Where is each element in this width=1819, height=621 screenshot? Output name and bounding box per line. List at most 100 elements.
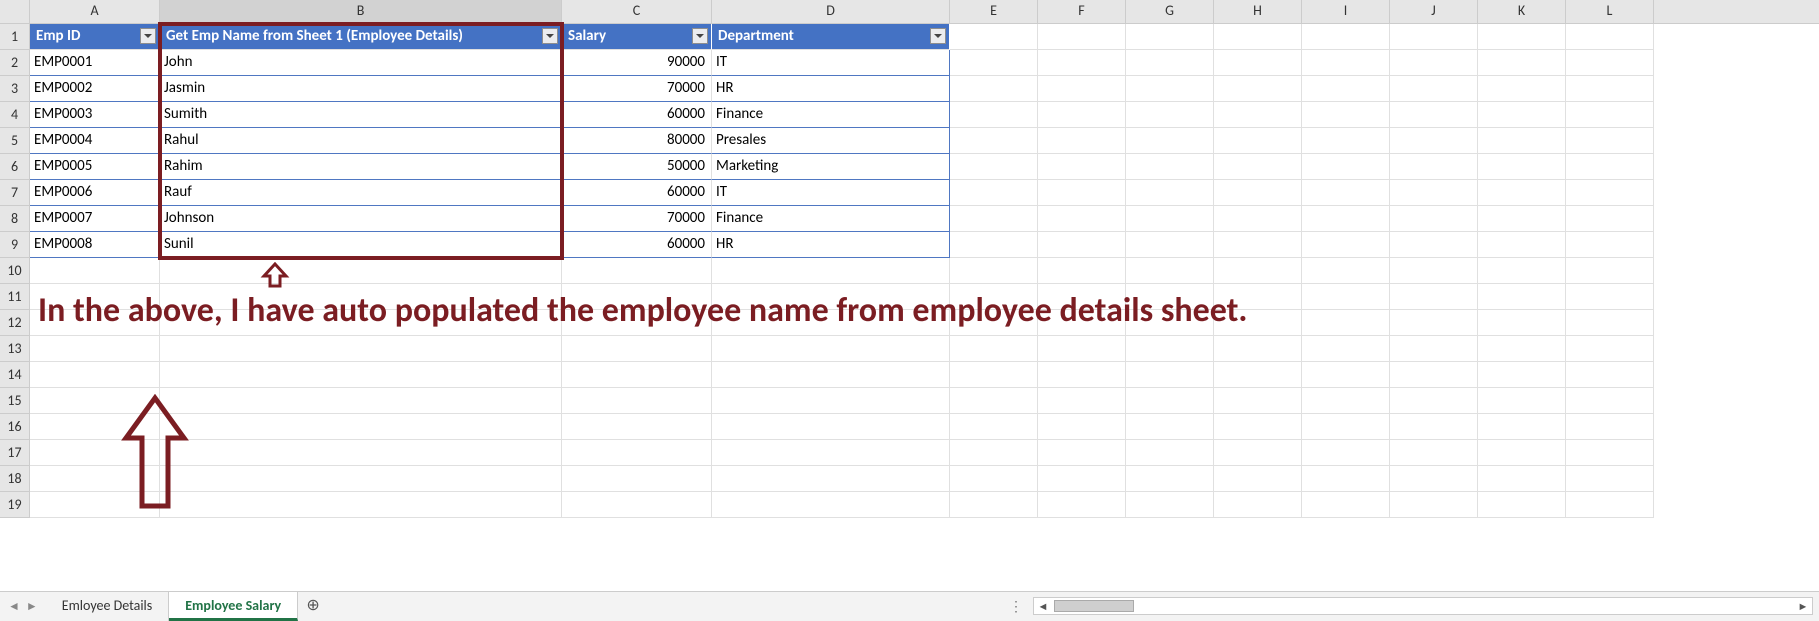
row-header-12[interactable]: 12: [0, 310, 30, 336]
empty-cell[interactable]: [1038, 154, 1126, 180]
cell-emp-id[interactable]: EMP0004: [30, 128, 160, 154]
empty-cell[interactable]: [160, 336, 562, 362]
empty-cell[interactable]: [1478, 180, 1566, 206]
empty-cell[interactable]: [1390, 128, 1478, 154]
column-header-D[interactable]: D: [712, 0, 950, 23]
empty-cell[interactable]: [1566, 336, 1654, 362]
tab-split-handle[interactable]: ⋮: [999, 598, 1033, 615]
column-header-A[interactable]: A: [30, 0, 160, 23]
empty-cell[interactable]: [950, 466, 1038, 492]
row-header-11[interactable]: 11: [0, 284, 30, 310]
empty-cell[interactable]: [1390, 440, 1478, 466]
empty-cell[interactable]: [1126, 492, 1214, 518]
empty-cell[interactable]: [30, 336, 160, 362]
empty-cell[interactable]: [712, 440, 950, 466]
row-header-6[interactable]: 6: [0, 154, 30, 180]
empty-cell[interactable]: [1566, 258, 1654, 284]
cell-emp-name[interactable]: Johnson: [160, 206, 562, 232]
empty-cell[interactable]: [1390, 102, 1478, 128]
empty-cell[interactable]: [1302, 466, 1390, 492]
sheet-tab-employee-salary[interactable]: Employee Salary: [169, 591, 298, 621]
row-header-3[interactable]: 3: [0, 76, 30, 102]
empty-cell[interactable]: [1390, 180, 1478, 206]
empty-cell[interactable]: [1566, 206, 1654, 232]
empty-cell[interactable]: [1302, 232, 1390, 258]
empty-cell[interactable]: [1566, 180, 1654, 206]
empty-cell[interactable]: [1478, 232, 1566, 258]
empty-cell[interactable]: [1214, 362, 1302, 388]
empty-cell[interactable]: [1038, 336, 1126, 362]
empty-cell[interactable]: [1566, 492, 1654, 518]
empty-cell[interactable]: [1566, 388, 1654, 414]
cell-emp-id[interactable]: EMP0003: [30, 102, 160, 128]
empty-cell[interactable]: [160, 388, 562, 414]
empty-cell[interactable]: [1126, 102, 1214, 128]
empty-cell[interactable]: [1302, 440, 1390, 466]
empty-cell[interactable]: [160, 414, 562, 440]
empty-cell[interactable]: [160, 440, 562, 466]
empty-cell[interactable]: [562, 492, 712, 518]
row-header-19[interactable]: 19: [0, 492, 30, 518]
empty-cell[interactable]: [1126, 180, 1214, 206]
empty-cell[interactable]: [1214, 258, 1302, 284]
empty-cell[interactable]: [950, 180, 1038, 206]
empty-cell[interactable]: [1302, 128, 1390, 154]
empty-cell[interactable]: [712, 336, 950, 362]
empty-cell[interactable]: [712, 362, 950, 388]
cell-emp-name[interactable]: Sumith: [160, 102, 562, 128]
empty-cell[interactable]: [1126, 258, 1214, 284]
empty-cell[interactable]: [1302, 24, 1390, 50]
row-header-15[interactable]: 15: [0, 388, 30, 414]
empty-cell[interactable]: [1214, 180, 1302, 206]
cell-emp-id[interactable]: EMP0001: [30, 50, 160, 76]
empty-cell[interactable]: [562, 388, 712, 414]
empty-cell[interactable]: [1302, 362, 1390, 388]
empty-cell[interactable]: [160, 362, 562, 388]
cell-salary[interactable]: 60000: [562, 102, 712, 128]
cell-department[interactable]: Marketing: [712, 154, 950, 180]
column-header-G[interactable]: G: [1126, 0, 1214, 23]
column-header-K[interactable]: K: [1478, 0, 1566, 23]
empty-cell[interactable]: [1038, 466, 1126, 492]
tab-nav-prev-icon[interactable]: ◄: [8, 599, 20, 614]
empty-cell[interactable]: [1478, 154, 1566, 180]
column-header-B[interactable]: B: [160, 0, 562, 23]
filter-dropdown-icon[interactable]: [692, 28, 708, 44]
empty-cell[interactable]: [1038, 440, 1126, 466]
empty-cell[interactable]: [1214, 414, 1302, 440]
column-header-I[interactable]: I: [1302, 0, 1390, 23]
empty-cell[interactable]: [1214, 440, 1302, 466]
cell-salary[interactable]: 80000: [562, 128, 712, 154]
empty-cell[interactable]: [1478, 258, 1566, 284]
cell-salary[interactable]: 60000: [562, 180, 712, 206]
empty-cell[interactable]: [1214, 336, 1302, 362]
empty-cell[interactable]: [1478, 76, 1566, 102]
empty-cell[interactable]: [950, 336, 1038, 362]
empty-cell[interactable]: [950, 154, 1038, 180]
empty-cell[interactable]: [1478, 414, 1566, 440]
column-header-H[interactable]: H: [1214, 0, 1302, 23]
empty-cell[interactable]: [1126, 440, 1214, 466]
empty-cell[interactable]: [1566, 76, 1654, 102]
empty-cell[interactable]: [1214, 206, 1302, 232]
empty-cell[interactable]: [950, 76, 1038, 102]
empty-cell[interactable]: [1390, 50, 1478, 76]
empty-cell[interactable]: [1390, 336, 1478, 362]
row-header-16[interactable]: 16: [0, 414, 30, 440]
row-header-1[interactable]: 1: [0, 24, 30, 50]
empty-cell[interactable]: [1566, 154, 1654, 180]
empty-cell[interactable]: [1566, 362, 1654, 388]
empty-cell[interactable]: [712, 388, 950, 414]
empty-cell[interactable]: [1478, 206, 1566, 232]
empty-cell[interactable]: [1566, 310, 1654, 336]
cell-salary[interactable]: 70000: [562, 206, 712, 232]
empty-cell[interactable]: [1566, 284, 1654, 310]
column-header-C[interactable]: C: [562, 0, 712, 23]
empty-cell[interactable]: [1478, 336, 1566, 362]
empty-cell[interactable]: [1214, 128, 1302, 154]
empty-cell[interactable]: [1038, 206, 1126, 232]
row-header-13[interactable]: 13: [0, 336, 30, 362]
row-header-4[interactable]: 4: [0, 102, 30, 128]
empty-cell[interactable]: [1390, 24, 1478, 50]
empty-cell[interactable]: [1390, 76, 1478, 102]
